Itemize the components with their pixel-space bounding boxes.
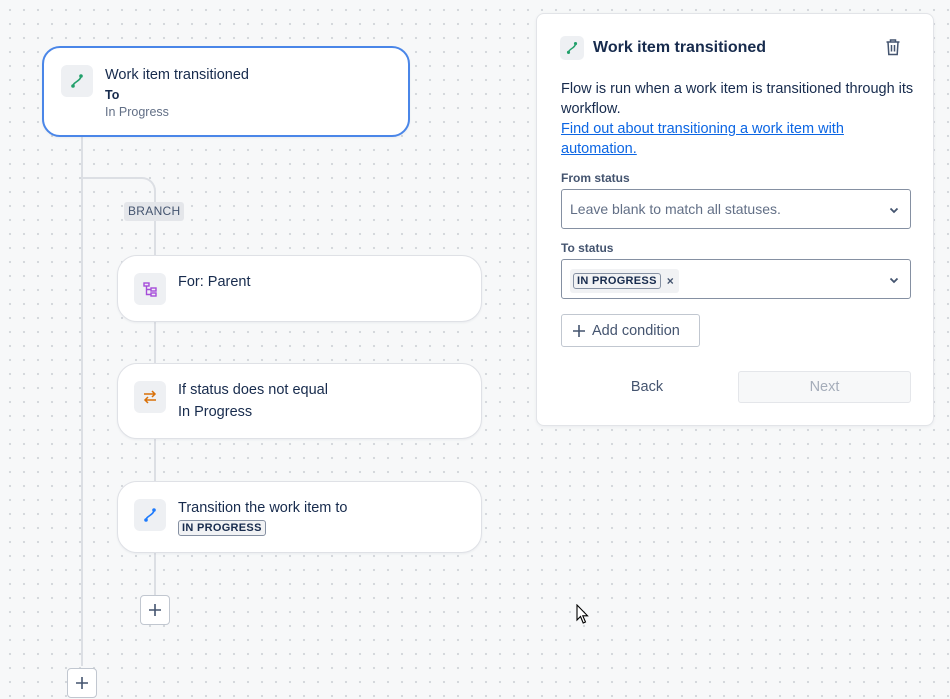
- panel-description: Flow is run when a work item is transiti…: [561, 81, 914, 117]
- action-card[interactable]: Transition the work item to IN PROGRESS: [117, 481, 482, 553]
- branch-line-3: [154, 438, 156, 482]
- branch-card-title: For: Parent: [178, 274, 251, 290]
- condition-title: If status does not equal: [178, 382, 328, 398]
- swap-arrows-icon: [134, 381, 166, 413]
- panel-title: Work item transitioned: [593, 39, 767, 56]
- add-step-main-button[interactable]: [67, 668, 97, 698]
- action-title: Transition the work item to: [178, 500, 348, 516]
- delete-button[interactable]: [885, 38, 905, 58]
- trash-icon: [886, 39, 900, 56]
- from-status-select[interactable]: Leave blank to match all statuses.: [561, 189, 911, 229]
- transition-icon: [61, 65, 93, 97]
- to-status-label: To status: [561, 241, 614, 255]
- branch-line-4: [154, 552, 156, 596]
- chevron-down-icon: [889, 207, 899, 214]
- selected-status-lozenge: IN PROGRESS: [573, 273, 661, 289]
- trigger-config-panel: Work item transitioned Flow is run when …: [536, 13, 934, 426]
- trigger-title: Work item transitioned: [105, 67, 249, 83]
- chevron-down-icon: [889, 277, 899, 284]
- trigger-sub-label: To: [105, 88, 120, 102]
- trigger-sub-value: In Progress: [105, 105, 169, 119]
- branch-line-1: [154, 220, 156, 256]
- from-status-label: From status: [561, 171, 630, 185]
- back-button[interactable]: Back: [561, 371, 733, 403]
- to-status-select[interactable]: IN PROGRESS ×: [561, 259, 911, 299]
- main-flow-line: [81, 136, 83, 666]
- add-condition-label: Add condition: [592, 322, 680, 339]
- trigger-card[interactable]: Work item transitioned To In Progress: [42, 46, 410, 137]
- remove-tag-button[interactable]: ×: [667, 274, 674, 288]
- add-condition-button[interactable]: Add condition: [561, 314, 700, 347]
- plus-icon: [149, 604, 161, 616]
- action-status-lozenge: IN PROGRESS: [178, 520, 266, 536]
- transition-icon: [560, 36, 584, 60]
- plus-icon: [76, 677, 88, 689]
- mouse-pointer-icon: [576, 604, 589, 624]
- branch-card[interactable]: For: Parent: [117, 255, 482, 322]
- from-status-placeholder: Leave blank to match all statuses.: [570, 201, 781, 217]
- transition-icon: [134, 499, 166, 531]
- condition-value: In Progress: [178, 404, 253, 420]
- condition-card[interactable]: If status does not equal In Progress: [117, 363, 482, 439]
- help-link[interactable]: Find out about transitioning a work item…: [561, 119, 881, 159]
- next-button[interactable]: Next: [738, 371, 911, 403]
- branch-tree-icon: [134, 273, 166, 305]
- add-step-branch-button[interactable]: [140, 595, 170, 625]
- branch-line-2: [154, 321, 156, 364]
- branch-tag: BRANCH: [124, 202, 185, 221]
- selected-status-tag: IN PROGRESS ×: [570, 269, 679, 293]
- plus-icon: [573, 324, 585, 337]
